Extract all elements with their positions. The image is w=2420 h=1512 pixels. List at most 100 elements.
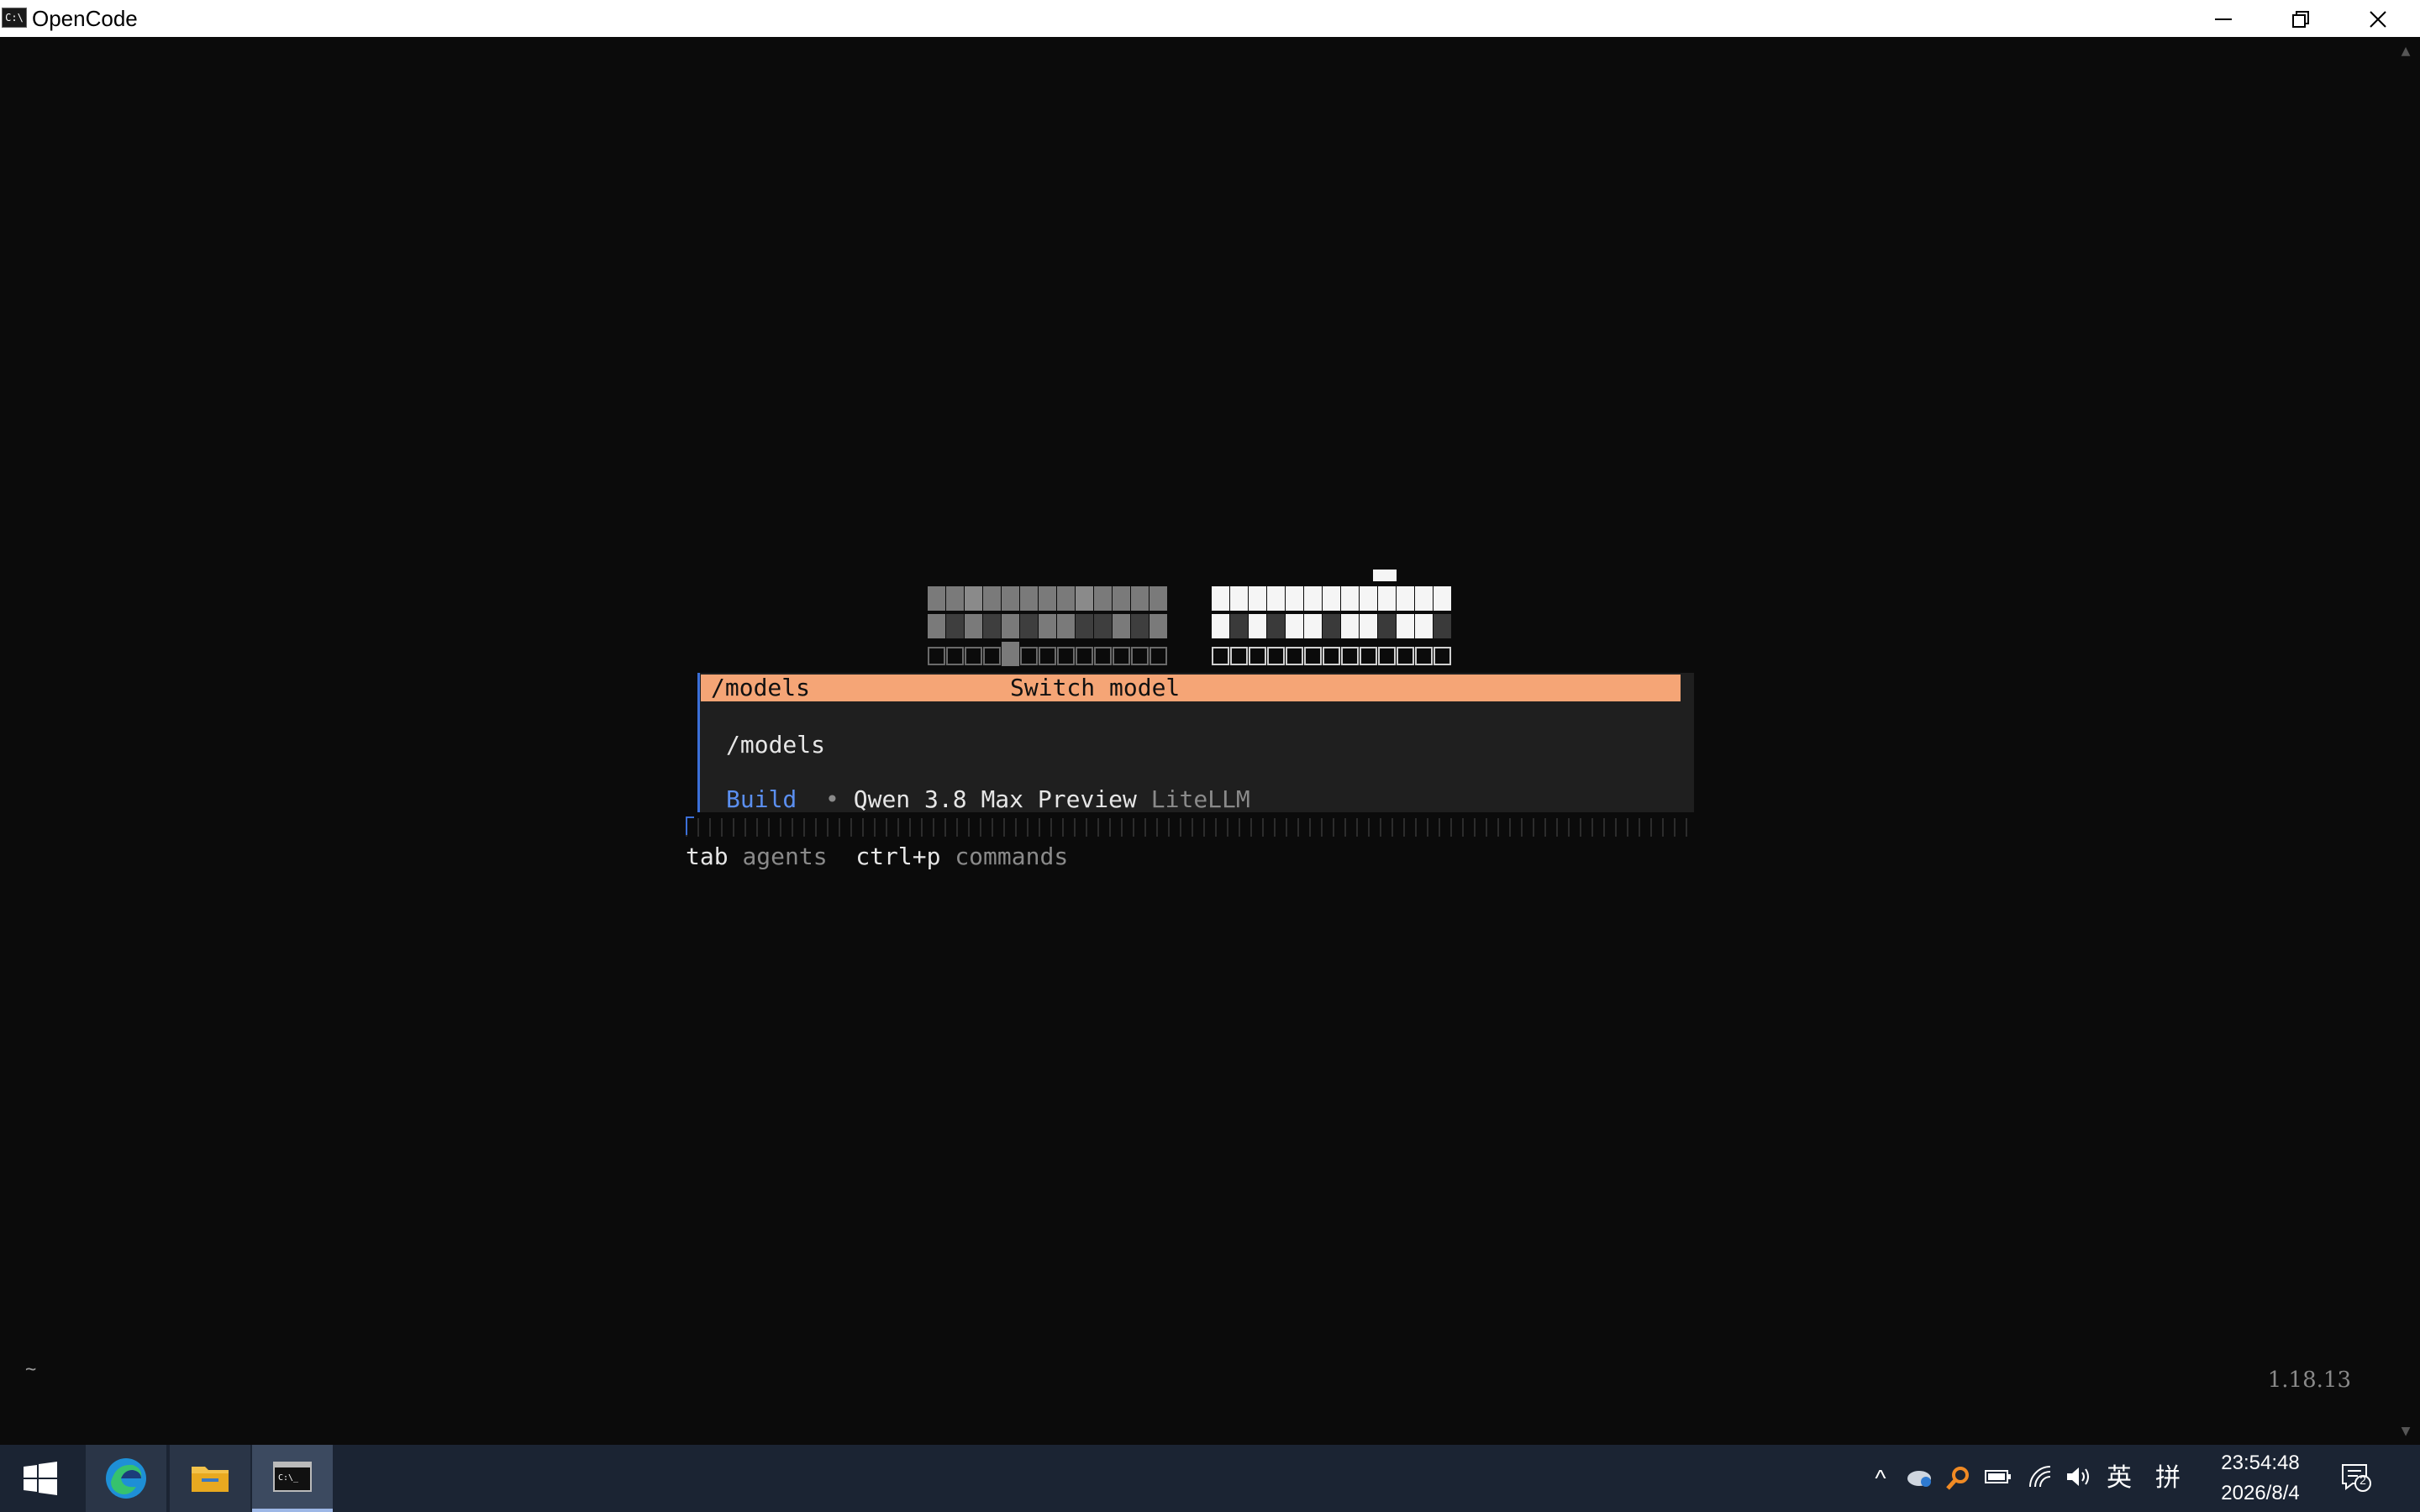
logo-block: [965, 614, 982, 638]
logo-block: [1002, 586, 1019, 611]
logo-block: [1076, 614, 1093, 638]
scroll-down-icon[interactable]: ▼: [2391, 1422, 2420, 1440]
logo-block: [1150, 647, 1167, 665]
logo-block: [1230, 614, 1248, 638]
agent-model-status: Build • Qwen 3.8 Max Preview LiteLLM: [726, 785, 1250, 815]
terminal-area[interactable]: /models Switch model /models Build • Qwe…: [0, 37, 2391, 1445]
logo-block: [1360, 614, 1377, 638]
command-palette: /models Switch model /models Build • Qwe…: [697, 673, 1694, 815]
logo-block: [1415, 586, 1433, 611]
logo-block: [1304, 586, 1322, 611]
logo-block: [1113, 647, 1130, 665]
logo-block: [965, 647, 982, 665]
logo-block: [1020, 586, 1038, 611]
logo-block: [1397, 586, 1414, 611]
logo-block: [1150, 586, 1167, 611]
logo-block: [983, 647, 1001, 665]
hint-label-agents: agents: [742, 843, 828, 870]
logo-block: [1131, 586, 1149, 611]
opencode-logo: [928, 570, 1454, 684]
agent-name[interactable]: Build: [726, 785, 797, 813]
logo-block: [1094, 647, 1112, 665]
logo-block: [1434, 647, 1451, 665]
logo-block: [1304, 614, 1322, 638]
logo-block: [946, 586, 964, 611]
ime-mode-indicator[interactable]: 拼: [2151, 1465, 2185, 1492]
edge-browser-icon: [106, 1458, 146, 1499]
close-icon: [2370, 10, 2386, 28]
model-name[interactable]: Qwen 3.8 Max Preview: [854, 785, 1137, 813]
window-title: OpenCode: [32, 6, 138, 31]
file-explorer-icon: [192, 1467, 229, 1492]
terminal-scrollbar[interactable]: ▲ ▼: [2391, 37, 2420, 1445]
input-divider: [686, 818, 1694, 837]
logo-block: [1020, 614, 1038, 638]
logo-block: [983, 586, 1001, 611]
ime-language-indicator[interactable]: 英: [2102, 1465, 2136, 1492]
logo-block: [1230, 647, 1248, 665]
close-button[interactable]: [2339, 0, 2417, 37]
input-corner: [686, 816, 694, 835]
taskbar-terminal[interactable]: C:\_: [252, 1445, 333, 1512]
notification-center-button[interactable]: 2: [2341, 1463, 2371, 1492]
logo-block: [1230, 586, 1248, 611]
logo-block: [928, 614, 945, 638]
logo-block: [1212, 614, 1229, 638]
logo-block: [1057, 614, 1075, 638]
logo-block: [983, 614, 1001, 638]
logo-block: [1002, 642, 1019, 666]
wifi-icon[interactable]: [2023, 1465, 2057, 1494]
notification-count: 2: [2360, 1473, 2366, 1487]
logo-block: [1415, 614, 1433, 638]
logo-block: [1341, 586, 1359, 611]
terminal-app-icon: C:\: [2, 8, 27, 28]
scroll-up-icon[interactable]: ▲: [2391, 42, 2420, 60]
palette-item-description: Switch model: [1010, 674, 1181, 701]
logo-block: [1397, 614, 1414, 638]
logo-block: [1020, 647, 1038, 665]
windows-taskbar: C:\_ ^ 英 拼 23:54:48 2026/8/4 2: [0, 1445, 2420, 1512]
palette-item-command: /models: [711, 674, 811, 701]
logo-block: [1039, 586, 1056, 611]
logo-block: [1057, 647, 1075, 665]
volume-icon[interactable]: [2062, 1465, 2096, 1494]
clock-date[interactable]: 2026/8/4: [2212, 1482, 2309, 1505]
prompt-input[interactable]: /models: [726, 730, 825, 760]
keyboard-hints: tab agents ctrl+p commands: [686, 842, 1068, 872]
logo-block: [1039, 647, 1056, 665]
logo-block: [1378, 647, 1396, 665]
logo-block: [1212, 586, 1229, 611]
logo-block: [1094, 586, 1112, 611]
current-directory: ~: [25, 1359, 37, 1380]
onedrive-icon[interactable]: [1902, 1465, 1936, 1494]
minimize-button[interactable]: [2185, 0, 2262, 37]
taskbar-edge[interactable]: [86, 1445, 166, 1512]
clock-time[interactable]: 23:54:48: [2218, 1452, 2302, 1475]
logo-block: [1039, 614, 1056, 638]
logo-block: [1323, 586, 1340, 611]
logo-block: [1267, 647, 1285, 665]
logo-block: [1113, 614, 1130, 638]
taskbar-file-explorer[interactable]: [170, 1445, 250, 1512]
restore-button[interactable]: [2262, 0, 2339, 37]
palette-accent-bar: [697, 673, 700, 812]
search-tool-icon[interactable]: [1941, 1465, 1975, 1498]
logo-block: [1397, 647, 1414, 665]
logo-block: [1286, 647, 1303, 665]
restore-icon: [2292, 10, 2309, 28]
start-button[interactable]: [0, 1445, 81, 1512]
logo-block: [1094, 614, 1112, 638]
logo-block: [1341, 647, 1359, 665]
logo-block: [1341, 614, 1359, 638]
logo-block: [1267, 586, 1285, 611]
logo-block: [1360, 647, 1377, 665]
logo-block: [1113, 586, 1130, 611]
separator-dot: •: [825, 785, 839, 813]
palette-item-models[interactable]: /models Switch model: [701, 675, 1681, 701]
chevron-up-icon[interactable]: ^: [1864, 1465, 1897, 1492]
logo-block: [1378, 614, 1396, 638]
battery-icon[interactable]: [1981, 1465, 2015, 1492]
logo-block: [1323, 647, 1340, 665]
logo-block: [946, 647, 964, 665]
logo-block: [946, 614, 964, 638]
